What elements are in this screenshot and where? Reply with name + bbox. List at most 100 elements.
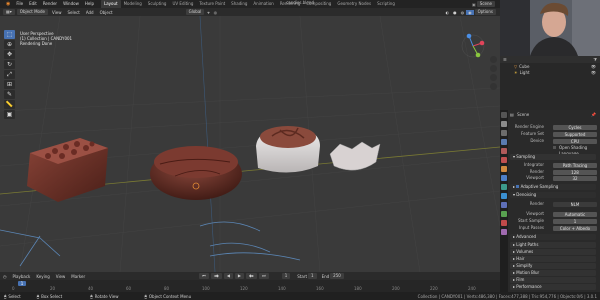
timeline-menu-view[interactable]: View <box>53 274 69 279</box>
tab-geometry-nodes[interactable]: Geometry Nodes <box>334 0 374 8</box>
move-tool-icon[interactable]: ✥ <box>4 50 15 59</box>
timeline-menu-keying[interactable]: Keying <box>33 274 52 279</box>
constraints-tab-icon[interactable] <box>501 202 507 208</box>
render-samples-field[interactable]: 128 <box>553 169 597 175</box>
menu-help[interactable]: Help <box>82 0 97 8</box>
start-sample-field[interactable]: 1 <box>553 218 597 224</box>
shading-material-icon[interactable]: ◍ <box>459 10 467 15</box>
visibility-eye-icon[interactable]: 👁 <box>591 64 600 69</box>
3d-viewport[interactable]: User Perspective (1) Collection | CANDY0… <box>0 16 500 272</box>
viewport-menu-select[interactable]: Select <box>65 10 83 15</box>
denoising-panel[interactable]: ▾ Denoising <box>510 192 596 198</box>
modifier-tab-icon[interactable] <box>501 175 507 181</box>
panel-performance[interactable]: ▸ Performance <box>510 284 596 290</box>
output-tab-icon[interactable] <box>501 130 507 136</box>
tab-uv-editing[interactable]: UV Editing <box>169 0 196 8</box>
denoise-render-field[interactable]: NLM <box>553 201 597 207</box>
tab-texture-paint[interactable]: Texture Paint <box>196 0 228 8</box>
jump-end-icon[interactable]: ⏭ <box>259 273 269 279</box>
feature-set-select[interactable]: Supported <box>553 131 597 137</box>
input-passes-select[interactable]: Color + Albedo <box>553 225 597 231</box>
outliner-item-light[interactable]: ☀ Light 👁 <box>500 69 600 75</box>
shading-solid-icon[interactable]: ● <box>451 10 459 15</box>
pin-icon[interactable]: 📌 <box>591 112 596 117</box>
navigation-gizmo[interactable] <box>461 33 485 58</box>
viewport-menu-add[interactable]: Add <box>83 10 97 15</box>
adaptive-checkbox[interactable] <box>516 185 520 188</box>
menu-edit[interactable]: Edit <box>26 0 40 8</box>
device-select[interactable]: CPU <box>553 138 597 144</box>
tab-sculpting[interactable]: Sculpting <box>145 0 170 8</box>
tab-scripting[interactable]: Scripting <box>374 0 398 8</box>
candy-wireframe[interactable] <box>329 141 381 171</box>
visibility-eye-icon[interactable]: 👁 <box>591 70 600 75</box>
editor-type-button[interactable]: ▦▾ <box>3 9 15 15</box>
prev-key-icon[interactable]: ◂◆ <box>210 273 222 279</box>
texture-tab-icon[interactable] <box>501 229 507 235</box>
menu-render[interactable]: Render <box>40 0 60 8</box>
panel-motion-blur[interactable]: ▸ Motion Blur <box>510 270 596 276</box>
tool-tab-icon[interactable] <box>501 112 507 118</box>
denoise-viewport-select[interactable]: Automatic <box>553 211 597 217</box>
cursor-tool-icon[interactable]: ⊕ <box>4 40 15 49</box>
data-tab-icon[interactable] <box>501 211 507 217</box>
transform-orientation[interactable]: Global <box>185 9 205 15</box>
transform-tool-icon[interactable]: ⊞ <box>4 80 15 89</box>
timeline-menu-marker[interactable]: Marker <box>68 274 88 279</box>
current-frame-field[interactable]: 1 <box>281 273 291 279</box>
measure-tool-icon[interactable]: 📏 <box>4 100 15 109</box>
filter-icon[interactable]: ⧩ <box>593 57 600 62</box>
material-tab-icon[interactable] <box>501 220 507 226</box>
timeline-track[interactable]: 1 0 20 40 60 80 100 120 140 160 180 200 220 240 <box>0 280 500 292</box>
rotate-tool-icon[interactable]: ↻ <box>4 60 15 69</box>
panel-light-paths[interactable]: ▸ Light Paths <box>510 242 596 248</box>
adaptive-sampling-panel[interactable]: ▸ Adaptive Sampling <box>510 184 596 190</box>
play-reverse-icon[interactable]: ◀ <box>223 273 233 279</box>
playhead[interactable]: 1 <box>18 281 26 286</box>
particles-tab-icon[interactable] <box>501 184 507 190</box>
view-layer-tab-icon[interactable] <box>501 139 507 145</box>
tab-modeling[interactable]: Modeling <box>121 0 145 8</box>
end-frame-field[interactable]: 250 <box>330 273 344 279</box>
add-cube-tool-icon[interactable]: ▣ <box>4 110 15 119</box>
integrator-select[interactable]: Path Tracing <box>553 162 597 168</box>
next-key-icon[interactable]: ◆▸ <box>245 273 258 279</box>
advanced-panel[interactable]: ▸ Advanced <box>510 234 596 240</box>
osl-checkbox[interactable] <box>553 146 556 149</box>
physics-tab-icon[interactable] <box>501 193 507 199</box>
select-tool-icon[interactable]: ⬚ <box>4 30 15 39</box>
shading-rendered-icon[interactable]: ◉ <box>466 9 474 15</box>
tab-shading[interactable]: Shading <box>228 0 250 8</box>
mode-selector[interactable]: Object Mode <box>16 9 48 15</box>
proportional-icon[interactable]: ◎ <box>212 10 220 15</box>
candy-square-chocolate[interactable] <box>27 138 108 202</box>
outliner-editor-icon[interactable]: ☰ <box>503 57 507 62</box>
menu-window[interactable]: Window <box>60 0 82 8</box>
timeline-menu-playback[interactable]: Playback <box>10 274 34 279</box>
start-frame-field[interactable]: 1 <box>308 273 317 279</box>
tab-compositing[interactable]: Compositing <box>303 0 334 8</box>
render-tab-icon[interactable] <box>501 121 507 127</box>
viewport-menu-object[interactable]: Object <box>97 10 116 15</box>
panel-volumes[interactable]: ▸ Volumes <box>510 249 596 255</box>
viewport-samples-field[interactable]: 32 <box>553 175 597 181</box>
scale-tool-icon[interactable]: ⤢ <box>4 70 15 79</box>
play-icon[interactable]: ▶ <box>234 273 244 279</box>
sampling-panel-header[interactable]: ▾ Sampling <box>510 154 596 160</box>
options-button[interactable]: Options <box>474 9 496 15</box>
render-engine-select[interactable]: Cycles <box>553 124 597 130</box>
scene-tab-icon[interactable] <box>501 148 507 154</box>
blender-logo-icon[interactable]: ◉ <box>3 1 13 7</box>
candy-white-truffle[interactable] <box>256 126 320 173</box>
panel-film[interactable]: ▸ Film <box>510 277 596 283</box>
tab-layout[interactable]: Layout <box>100 0 121 8</box>
world-tab-icon[interactable] <box>501 157 507 163</box>
candy-round-chocolate[interactable] <box>150 146 242 200</box>
tab-animation[interactable]: Animation <box>250 0 276 8</box>
annotate-tool-icon[interactable]: ✎ <box>4 90 15 99</box>
panel-simplify[interactable]: ▸ Simplify <box>510 263 596 269</box>
overlay-icon[interactable]: ◐ <box>444 10 452 15</box>
tab-rendering[interactable]: Rendering <box>277 0 303 8</box>
view-controls[interactable] <box>490 56 497 90</box>
menu-file[interactable]: File <box>13 0 26 8</box>
